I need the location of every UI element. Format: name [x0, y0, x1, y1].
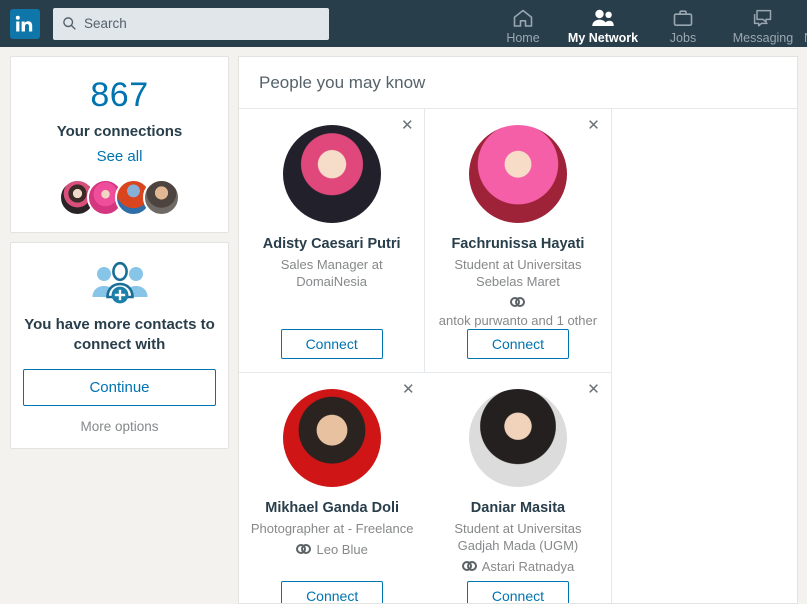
people-grid: ✕ Adisty Caesari Putri Sales Manager at …	[239, 109, 797, 603]
nav-item-notifications[interactable]: No	[803, 3, 807, 47]
avatar	[468, 125, 567, 223]
person-headline: Student at Universitas Gadjah Mada (UGM)	[454, 521, 582, 553]
page-body: 867 Your connections See all You have mo…	[0, 47, 807, 604]
person-card[interactable]: ✕ Mikhael Ganda Doli Photographer at - F…	[239, 373, 425, 603]
person-card[interactable]: ✕ Fachrunissa Hayati Student at Universi…	[425, 109, 612, 373]
person-headline: Student at Universitas Sebelas Maret	[454, 257, 582, 289]
nav-items: Home My Network Jobs Messaging	[483, 3, 807, 47]
person-card[interactable]: ✕ Daniar Masita Student at Universitas G…	[425, 373, 612, 603]
sidebar: 867 Your connections See all You have mo…	[10, 56, 229, 449]
more-options-link[interactable]: More options	[23, 419, 216, 434]
close-icon[interactable]: ✕	[400, 382, 416, 398]
mutual-connections: Leo Blue	[296, 541, 368, 558]
add-people-icon	[23, 259, 216, 305]
person-name: Adisty Caesari Putri	[262, 236, 401, 252]
close-icon[interactable]: ✕	[586, 382, 602, 398]
linkedin-logo[interactable]	[10, 8, 40, 39]
mutual-connections-text: Astari Ratnadya	[481, 559, 575, 574]
mutual-connections: Astari Ratnadya	[461, 558, 575, 575]
connection-avatar-stack	[21, 179, 218, 216]
mutual-connections-icon	[510, 297, 526, 307]
connect-button[interactable]: Connect	[466, 329, 570, 359]
panel-header: People you may know	[239, 57, 797, 109]
search-container	[53, 7, 329, 40]
home-icon	[512, 7, 534, 29]
person-headline: Photographer at - Freelance	[250, 521, 414, 536]
see-all-link[interactable]: See all	[21, 148, 218, 165]
person-name: Fachrunissa Hayati	[451, 236, 585, 252]
mutual-connections-icon	[461, 561, 477, 571]
avatar	[143, 179, 180, 216]
nav-item-messaging[interactable]: Messaging	[723, 3, 803, 47]
more-contacts-card: You have more contacts to connect with C…	[10, 242, 229, 449]
connect-button[interactable]: Connect	[466, 581, 570, 603]
avatar	[283, 389, 382, 487]
connections-card: 867 Your connections See all	[10, 56, 229, 233]
close-icon[interactable]: ✕	[586, 118, 602, 134]
nav-item-messaging-label: Messaging	[732, 31, 794, 45]
page-title: People you may know	[259, 73, 426, 92]
close-icon[interactable]: ✕	[399, 118, 415, 134]
more-contacts-title: You have more contacts to connect with	[24, 316, 215, 353]
nav-item-my-network-label: My Network	[567, 31, 639, 45]
continue-button[interactable]: Continue	[23, 369, 216, 406]
person-name: Mikhael Ganda Doli	[265, 500, 400, 516]
mutual-connections-icon	[296, 544, 312, 554]
avatar	[282, 125, 381, 223]
nav-item-home-label: Home	[506, 31, 540, 45]
nav-item-jobs-label: Jobs	[669, 31, 697, 45]
connect-button[interactable]: Connect	[280, 329, 383, 359]
connections-label: Your connections	[56, 123, 183, 140]
messaging-icon	[752, 7, 774, 29]
people-you-may-know-panel: People you may know ✕ Adisty Caesari Put…	[238, 56, 798, 604]
top-navigation-bar: Home My Network Jobs	[0, 0, 807, 47]
connections-count: 867	[90, 76, 149, 114]
mutual-connections: antok purwanto and 1 other	[435, 294, 600, 329]
connect-button[interactable]: Connect	[281, 581, 384, 603]
avatar	[468, 389, 567, 487]
person-name: Daniar Masita	[470, 500, 566, 516]
mutual-connections-text: Leo Blue	[316, 542, 368, 557]
nav-item-home[interactable]: Home	[483, 3, 563, 47]
person-card[interactable]: ✕ Adisty Caesari Putri Sales Manager at …	[239, 109, 426, 373]
people-icon	[591, 7, 615, 29]
search-input[interactable]	[53, 7, 329, 40]
nav-item-jobs[interactable]: Jobs	[643, 3, 723, 47]
nav-item-my-network[interactable]: My Network	[563, 3, 643, 47]
person-headline: Sales Manager at DomaiNesia	[280, 257, 383, 289]
nav-item-notifications-label: No	[803, 31, 807, 45]
mutual-connections-text: antok purwanto and 1 other	[438, 313, 598, 328]
briefcase-icon	[672, 7, 694, 29]
